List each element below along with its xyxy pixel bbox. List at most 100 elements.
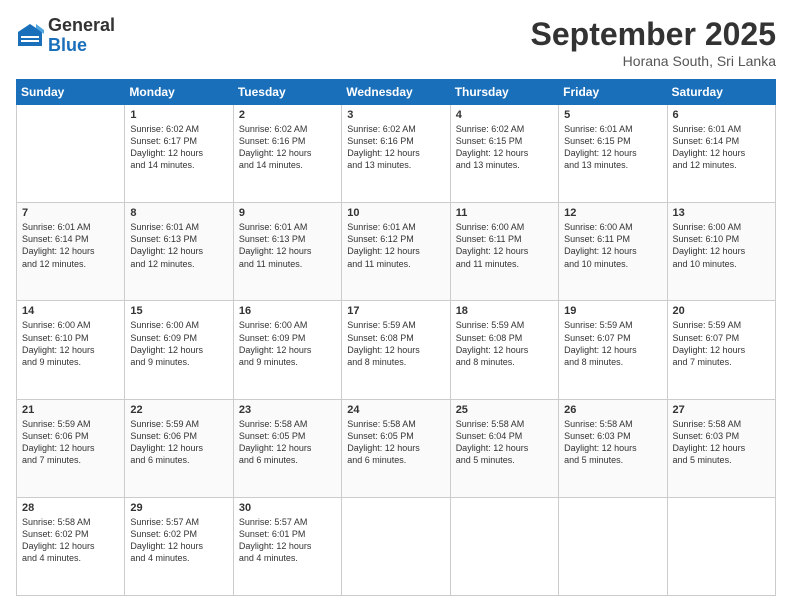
- day-info: Sunrise: 6:01 AM Sunset: 6:14 PM Dayligh…: [22, 221, 119, 270]
- calendar-cell: 24 Sunrise: 5:58 AM Sunset: 6:05 PM Dayli…: [342, 399, 450, 497]
- calendar-header-row: Sunday Monday Tuesday Wednesday Thursday…: [17, 80, 776, 105]
- day-info: Sunrise: 5:59 AM Sunset: 6:07 PM Dayligh…: [564, 319, 661, 368]
- logo-general: General: [48, 16, 115, 36]
- calendar-cell: 3 Sunrise: 6:02 AM Sunset: 6:16 PM Daylig…: [342, 105, 450, 203]
- calendar-cell: 25 Sunrise: 5:58 AM Sunset: 6:04 PM Dayli…: [450, 399, 558, 497]
- day-info: Sunrise: 6:01 AM Sunset: 6:13 PM Dayligh…: [130, 221, 227, 270]
- day-info: Sunrise: 5:59 AM Sunset: 6:06 PM Dayligh…: [130, 418, 227, 467]
- day-info: Sunrise: 6:02 AM Sunset: 6:17 PM Dayligh…: [130, 123, 227, 172]
- calendar-cell: [450, 497, 558, 595]
- day-number: 11: [456, 207, 553, 219]
- logo-icon: [16, 22, 44, 50]
- calendar-cell: 29Sunrise: 5:57 AM Sunset: 6:02 PM Dayli…: [125, 497, 233, 595]
- day-info: Sunrise: 6:01 AM Sunset: 6:15 PM Dayligh…: [564, 123, 661, 172]
- calendar-cell: [559, 497, 667, 595]
- calendar-week-3: 14Sunrise: 6:00 AM Sunset: 6:10 PM Dayli…: [17, 301, 776, 399]
- day-info: Sunrise: 5:59 AM Sunset: 6:07 PM Dayligh…: [673, 319, 770, 368]
- calendar-cell: 18Sunrise: 5:59 AM Sunset: 6:08 PM Dayli…: [450, 301, 558, 399]
- day-number: 22: [130, 404, 227, 416]
- day-info: Sunrise: 6:00 AM Sunset: 6:09 PM Dayligh…: [130, 319, 227, 368]
- col-friday: Friday: [559, 80, 667, 105]
- day-info: Sunrise: 6:00 AM Sunset: 6:10 PM Dayligh…: [22, 319, 119, 368]
- calendar-cell: 12Sunrise: 6:00 AM Sunset: 6:11 PM Dayli…: [559, 203, 667, 301]
- calendar-cell: 10 Sunrise: 6:01 AM Sunset: 6:12 PM Dayli…: [342, 203, 450, 301]
- day-number: 25: [456, 404, 553, 416]
- logo-blue: Blue: [48, 36, 115, 56]
- col-tuesday: Tuesday: [233, 80, 341, 105]
- day-number: 1: [130, 109, 227, 121]
- day-number: 15: [130, 305, 227, 317]
- day-info: Sunrise: 6:00 AM Sunset: 6:09 PM Dayligh…: [239, 319, 336, 368]
- day-number: 3: [347, 109, 444, 121]
- calendar-cell: 26 Sunrise: 5:58 AM Sunset: 6:03 PM Dayli…: [559, 399, 667, 497]
- calendar-cell: 19 Sunrise: 5:59 AM Sunset: 6:07 PM Dayli…: [559, 301, 667, 399]
- calendar-cell: 4 Sunrise: 6:02 AM Sunset: 6:15 PM Daylig…: [450, 105, 558, 203]
- calendar-cell: 28 Sunrise: 5:58 AM Sunset: 6:02 PM Dayli…: [17, 497, 125, 595]
- col-monday: Monday: [125, 80, 233, 105]
- day-info: Sunrise: 6:02 AM Sunset: 6:15 PM Dayligh…: [456, 123, 553, 172]
- day-number: 23: [239, 404, 336, 416]
- day-info: Sunrise: 6:01 AM Sunset: 6:14 PM Dayligh…: [673, 123, 770, 172]
- calendar-cell: 21 Sunrise: 5:59 AM Sunset: 6:06 PM Dayli…: [17, 399, 125, 497]
- calendar-cell: 22 Sunrise: 5:59 AM Sunset: 6:06 PM Dayli…: [125, 399, 233, 497]
- day-info: Sunrise: 6:00 AM Sunset: 6:10 PM Dayligh…: [673, 221, 770, 270]
- calendar-cell: 13 Sunrise: 6:00 AM Sunset: 6:10 PM Dayli…: [667, 203, 775, 301]
- calendar-cell: 17 Sunrise: 5:59 AM Sunset: 6:08 PM Dayli…: [342, 301, 450, 399]
- calendar-cell: 23 Sunrise: 5:58 AM Sunset: 6:05 PM Dayli…: [233, 399, 341, 497]
- day-info: Sunrise: 5:58 AM Sunset: 6:05 PM Dayligh…: [239, 418, 336, 467]
- col-saturday: Saturday: [667, 80, 775, 105]
- logo-text: General Blue: [48, 16, 115, 56]
- calendar-cell: 9Sunrise: 6:01 AM Sunset: 6:13 PM Daylig…: [233, 203, 341, 301]
- day-info: Sunrise: 6:01 AM Sunset: 6:12 PM Dayligh…: [347, 221, 444, 270]
- day-info: Sunrise: 5:58 AM Sunset: 6:05 PM Dayligh…: [347, 418, 444, 467]
- day-number: 19: [564, 305, 661, 317]
- day-number: 13: [673, 207, 770, 219]
- day-number: 12: [564, 207, 661, 219]
- page: General Blue September 2025 Horana South…: [0, 0, 792, 612]
- calendar-cell: 16 Sunrise: 6:00 AM Sunset: 6:09 PM Dayli…: [233, 301, 341, 399]
- day-number: 7: [22, 207, 119, 219]
- calendar-week-5: 28 Sunrise: 5:58 AM Sunset: 6:02 PM Dayli…: [17, 497, 776, 595]
- day-number: 9: [239, 207, 336, 219]
- col-wednesday: Wednesday: [342, 80, 450, 105]
- day-info: Sunrise: 5:59 AM Sunset: 6:08 PM Dayligh…: [347, 319, 444, 368]
- calendar-cell: 8Sunrise: 6:01 AM Sunset: 6:13 PM Daylig…: [125, 203, 233, 301]
- day-number: 20: [673, 305, 770, 317]
- calendar-table: Sunday Monday Tuesday Wednesday Thursday…: [16, 79, 776, 596]
- day-info: Sunrise: 6:02 AM Sunset: 6:16 PM Dayligh…: [347, 123, 444, 172]
- calendar-cell: [342, 497, 450, 595]
- day-info: Sunrise: 5:59 AM Sunset: 6:08 PM Dayligh…: [456, 319, 553, 368]
- calendar-cell: 11 Sunrise: 6:00 AM Sunset: 6:11 PM Dayli…: [450, 203, 558, 301]
- day-number: 28: [22, 502, 119, 514]
- calendar-cell: 2Sunrise: 6:02 AM Sunset: 6:16 PM Daylig…: [233, 105, 341, 203]
- day-info: Sunrise: 5:58 AM Sunset: 6:03 PM Dayligh…: [564, 418, 661, 467]
- calendar-cell: 20 Sunrise: 5:59 AM Sunset: 6:07 PM Dayli…: [667, 301, 775, 399]
- day-number: 21: [22, 404, 119, 416]
- day-info: Sunrise: 5:58 AM Sunset: 6:04 PM Dayligh…: [456, 418, 553, 467]
- month-title: September 2025: [531, 16, 776, 53]
- day-info: Sunrise: 5:59 AM Sunset: 6:06 PM Dayligh…: [22, 418, 119, 467]
- day-number: 17: [347, 305, 444, 317]
- calendar-cell: 30Sunrise: 5:57 AM Sunset: 6:01 PM Dayli…: [233, 497, 341, 595]
- day-number: 26: [564, 404, 661, 416]
- day-number: 24: [347, 404, 444, 416]
- calendar-cell: 6 Sunrise: 6:01 AM Sunset: 6:14 PM Daylig…: [667, 105, 775, 203]
- day-number: 10: [347, 207, 444, 219]
- day-number: 5: [564, 109, 661, 121]
- day-number: 30: [239, 502, 336, 514]
- day-number: 4: [456, 109, 553, 121]
- day-number: 6: [673, 109, 770, 121]
- calendar-cell: 15 Sunrise: 6:00 AM Sunset: 6:09 PM Dayli…: [125, 301, 233, 399]
- day-info: Sunrise: 5:58 AM Sunset: 6:02 PM Dayligh…: [22, 516, 119, 565]
- day-number: 27: [673, 404, 770, 416]
- location: Horana South, Sri Lanka: [531, 53, 776, 69]
- col-thursday: Thursday: [450, 80, 558, 105]
- calendar-week-2: 7 Sunrise: 6:01 AM Sunset: 6:14 PM Daylig…: [17, 203, 776, 301]
- day-info: Sunrise: 6:00 AM Sunset: 6:11 PM Dayligh…: [456, 221, 553, 270]
- title-block: September 2025 Horana South, Sri Lanka: [531, 16, 776, 69]
- calendar-cell: 27 Sunrise: 5:58 AM Sunset: 6:03 PM Dayli…: [667, 399, 775, 497]
- day-info: Sunrise: 5:58 AM Sunset: 6:03 PM Dayligh…: [673, 418, 770, 467]
- day-number: 16: [239, 305, 336, 317]
- day-number: 2: [239, 109, 336, 121]
- header: General Blue September 2025 Horana South…: [16, 16, 776, 69]
